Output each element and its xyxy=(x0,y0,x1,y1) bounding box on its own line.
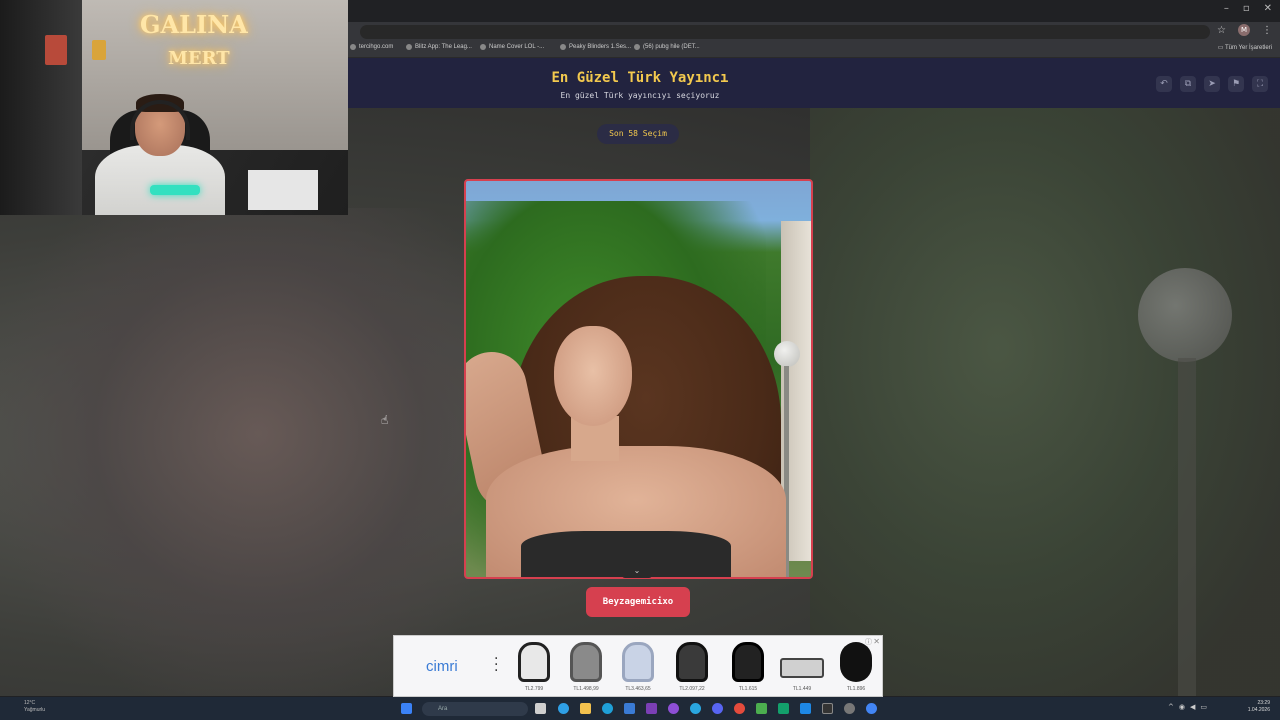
webcam-door xyxy=(0,0,82,215)
weather-widget[interactable]: 12°C Yağmurlu xyxy=(24,700,45,714)
webcam-shelf-item xyxy=(45,35,67,65)
neon-sign: GALINA MERT xyxy=(140,10,248,69)
blurred-background-right xyxy=(810,108,1280,696)
maximize-icon[interactable]: ▫ xyxy=(1243,3,1250,14)
menu-icon[interactable]: ⋮ xyxy=(1262,25,1272,36)
ad-product[interactable]: TL2.799 xyxy=(512,642,556,692)
blurred-lamp xyxy=(1138,268,1232,362)
headphones-icon xyxy=(622,642,654,682)
ad-banner[interactable]: cimri · · · ⓘ ✕ TL2.799 TL1.498,99 TL3.463… xyxy=(393,635,883,697)
app-icon[interactable] xyxy=(800,703,811,714)
globe-icon xyxy=(406,44,412,50)
ad-brand-logo[interactable]: cimri xyxy=(426,658,458,675)
ad-product[interactable]: TL1.498,99 xyxy=(564,642,608,692)
globe-icon xyxy=(634,44,640,50)
bookmark-item[interactable]: tercihgo.com xyxy=(350,44,393,50)
volume-icon[interactable]: ◀ xyxy=(1190,703,1195,711)
webcam-mic xyxy=(150,185,200,195)
bookmark-item[interactable]: Name Cover LOL -... xyxy=(480,44,544,50)
taskbar xyxy=(0,697,1280,720)
app-icon[interactable] xyxy=(756,703,767,714)
send-icon[interactable]: ➤ xyxy=(1204,76,1220,92)
headphones-icon xyxy=(518,642,550,682)
copilot-icon[interactable] xyxy=(558,703,569,714)
close-icon[interactable]: ✕ xyxy=(1264,3,1272,14)
photo-lamp xyxy=(774,341,800,367)
discord-icon[interactable] xyxy=(712,703,723,714)
hand-cursor-icon: ☝ xyxy=(381,413,389,427)
photo-face xyxy=(554,326,632,426)
window-controls: – ▫ ✕ xyxy=(1224,3,1272,14)
undo-icon[interactable]: ↶ xyxy=(1156,76,1172,92)
url-input[interactable] xyxy=(360,25,1210,39)
candidate-name-button[interactable]: Beyzagemicixo xyxy=(586,587,690,617)
edge-icon[interactable] xyxy=(602,703,613,714)
minimize-icon[interactable]: – xyxy=(1224,3,1229,14)
start-icon[interactable] xyxy=(401,703,412,714)
headphones-icon xyxy=(676,642,708,682)
bookmark-item[interactable]: Blitz App: The Leag... xyxy=(406,44,472,50)
keyboard-icon xyxy=(780,658,824,678)
webcam-shelf-item xyxy=(92,40,106,60)
folder-icon: ▭ xyxy=(1217,45,1225,51)
round-badge: Son 58 Seçim xyxy=(597,124,679,144)
headphones-icon xyxy=(732,642,764,682)
chrome-icon[interactable] xyxy=(734,703,745,714)
bookmark-item[interactable]: Peaky Blinders 1.Ses... xyxy=(560,44,631,50)
ad-product[interactable]: TL1.449 xyxy=(780,642,824,692)
search-input[interactable]: Ara xyxy=(422,702,528,716)
mouse-icon xyxy=(840,642,872,682)
ad-product[interactable]: TL1.615 xyxy=(726,642,770,692)
copy-icon[interactable]: ⧉ xyxy=(1180,76,1196,92)
twitch-icon[interactable] xyxy=(668,703,679,714)
system-tray: ^ ◉ ◀ ▭ xyxy=(1168,703,1207,711)
yahoo-icon[interactable] xyxy=(646,703,657,714)
chrome-icon[interactable] xyxy=(866,703,877,714)
profile-avatar[interactable]: M xyxy=(1238,24,1250,36)
chevron-up-icon[interactable]: ^ xyxy=(1168,703,1174,711)
ad-product[interactable]: TL1.896 xyxy=(834,642,878,692)
store-icon[interactable] xyxy=(624,703,635,714)
flag-icon[interactable]: ⚑ xyxy=(1228,76,1244,92)
blurred-pole xyxy=(1178,358,1196,696)
headphones-icon xyxy=(570,642,602,682)
fullscreen-icon[interactable]: ⛶ xyxy=(1252,76,1268,92)
chevron-down-icon[interactable]: ⌄ xyxy=(622,564,652,578)
file-explorer-icon[interactable] xyxy=(580,703,591,714)
screen: – ▫ ✕ ☆ M ⋮ tercihgo.com Blitz App: The … xyxy=(0,0,1280,720)
blurred-background-left xyxy=(0,208,470,696)
star-icon[interactable]: ☆ xyxy=(1217,25,1226,36)
battery-icon[interactable]: ▭ xyxy=(1200,703,1207,711)
terminal-icon[interactable] xyxy=(822,703,833,714)
candidate-photo[interactable] xyxy=(464,179,813,579)
task-view-icon[interactable] xyxy=(535,703,546,714)
app-icon[interactable] xyxy=(778,703,789,714)
settings-icon[interactable] xyxy=(844,703,855,714)
bookmark-item[interactable]: (56) pubg hile (DET... xyxy=(634,44,700,50)
all-bookmarks[interactable]: ▭ Tüm Yer İşaretleri xyxy=(1218,44,1272,51)
webcam-overlay: GALINA MERT xyxy=(0,0,348,215)
globe-icon xyxy=(350,44,356,50)
clock[interactable]: 23:29 1.04.2026 xyxy=(1248,700,1270,714)
ad-product[interactable]: TL2.097,22 xyxy=(670,642,714,692)
ad-product[interactable]: TL3.463,65 xyxy=(616,642,660,692)
more-options-icon[interactable]: · · · xyxy=(494,652,498,678)
network-icon[interactable]: ◉ xyxy=(1179,703,1185,711)
steam-icon[interactable] xyxy=(690,703,701,714)
header-actions: ↶ ⧉ ➤ ⚑ ⛶ xyxy=(1156,76,1268,92)
webcam-desk-gear xyxy=(248,170,318,210)
globe-icon xyxy=(480,44,486,50)
address-bar-icons: ☆ M ⋮ xyxy=(1217,24,1272,36)
globe-icon xyxy=(560,44,566,50)
